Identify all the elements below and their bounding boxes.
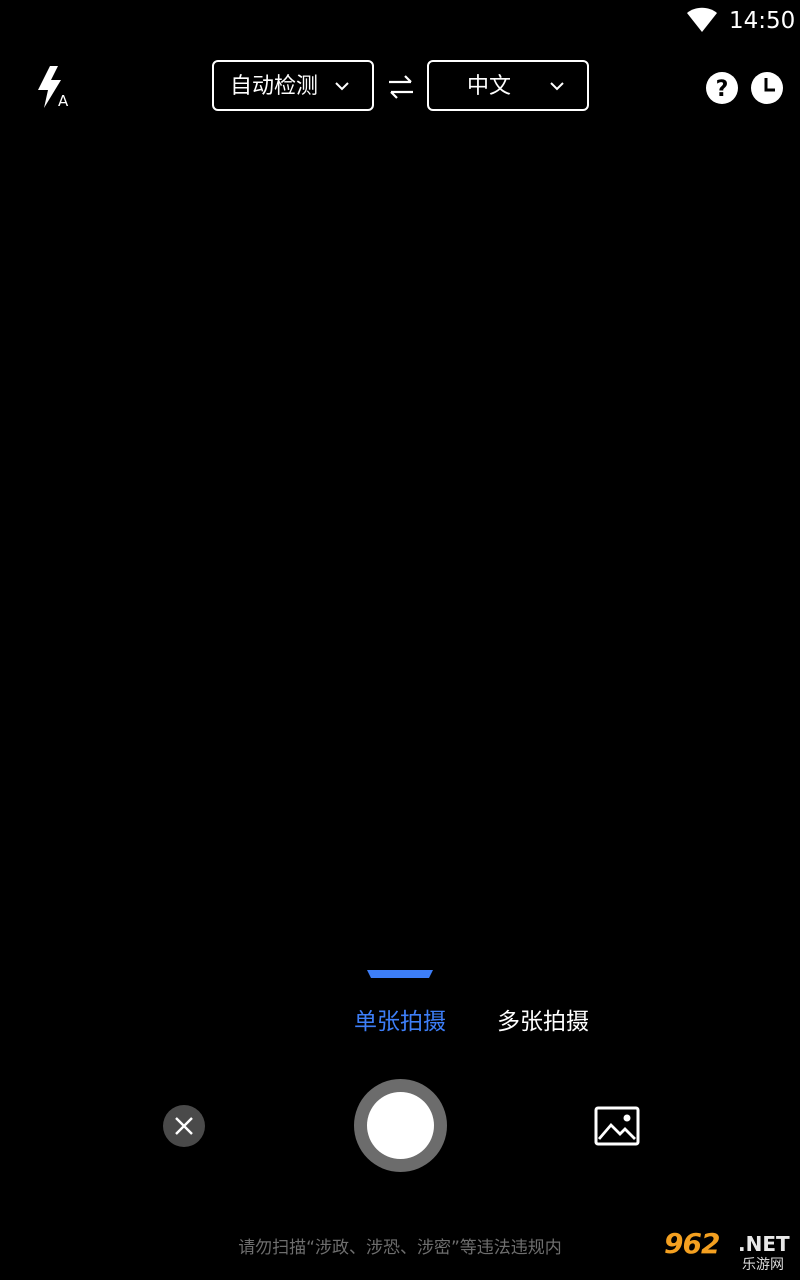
close-icon [175,1117,193,1135]
watermark-suffix: .NET [738,1232,790,1256]
status-time: 14:50 [729,8,796,34]
status-bar: 14:50 [0,0,800,40]
mode-multi-tab[interactable]: 多张拍摄 [497,1006,589,1038]
shutter-button[interactable] [354,1079,447,1172]
chevron-down-icon [335,82,349,91]
source-language-select[interactable]: 自动检测 [212,60,374,111]
watermark-subtitle: 乐游网 [742,1257,784,1273]
help-icon[interactable]: ? [705,71,739,105]
gallery-image-icon[interactable] [594,1105,640,1147]
svg-text:?: ? [716,77,729,102]
shutter-icon [367,1092,434,1159]
watermark-logo: 962 .NET 乐游网 [660,1228,796,1276]
source-language-label: 自动检测 [230,74,319,99]
target-language-label: 中文 [467,74,512,99]
history-clock-icon[interactable] [750,71,784,105]
target-language-select[interactable]: 中文 [427,60,589,111]
flash-auto-icon[interactable]: A [34,64,74,110]
wifi-icon [687,7,717,32]
mode-single-tab[interactable]: 单张拍摄 [354,1006,446,1038]
mode-indicator [367,970,433,978]
watermark-number: 962 [664,1227,720,1260]
svg-text:A: A [58,92,69,110]
chevron-down-icon [550,82,564,91]
close-button[interactable] [163,1105,205,1147]
swap-arrows-icon[interactable] [386,74,416,100]
camera-viewfinder[interactable] [0,130,800,950]
